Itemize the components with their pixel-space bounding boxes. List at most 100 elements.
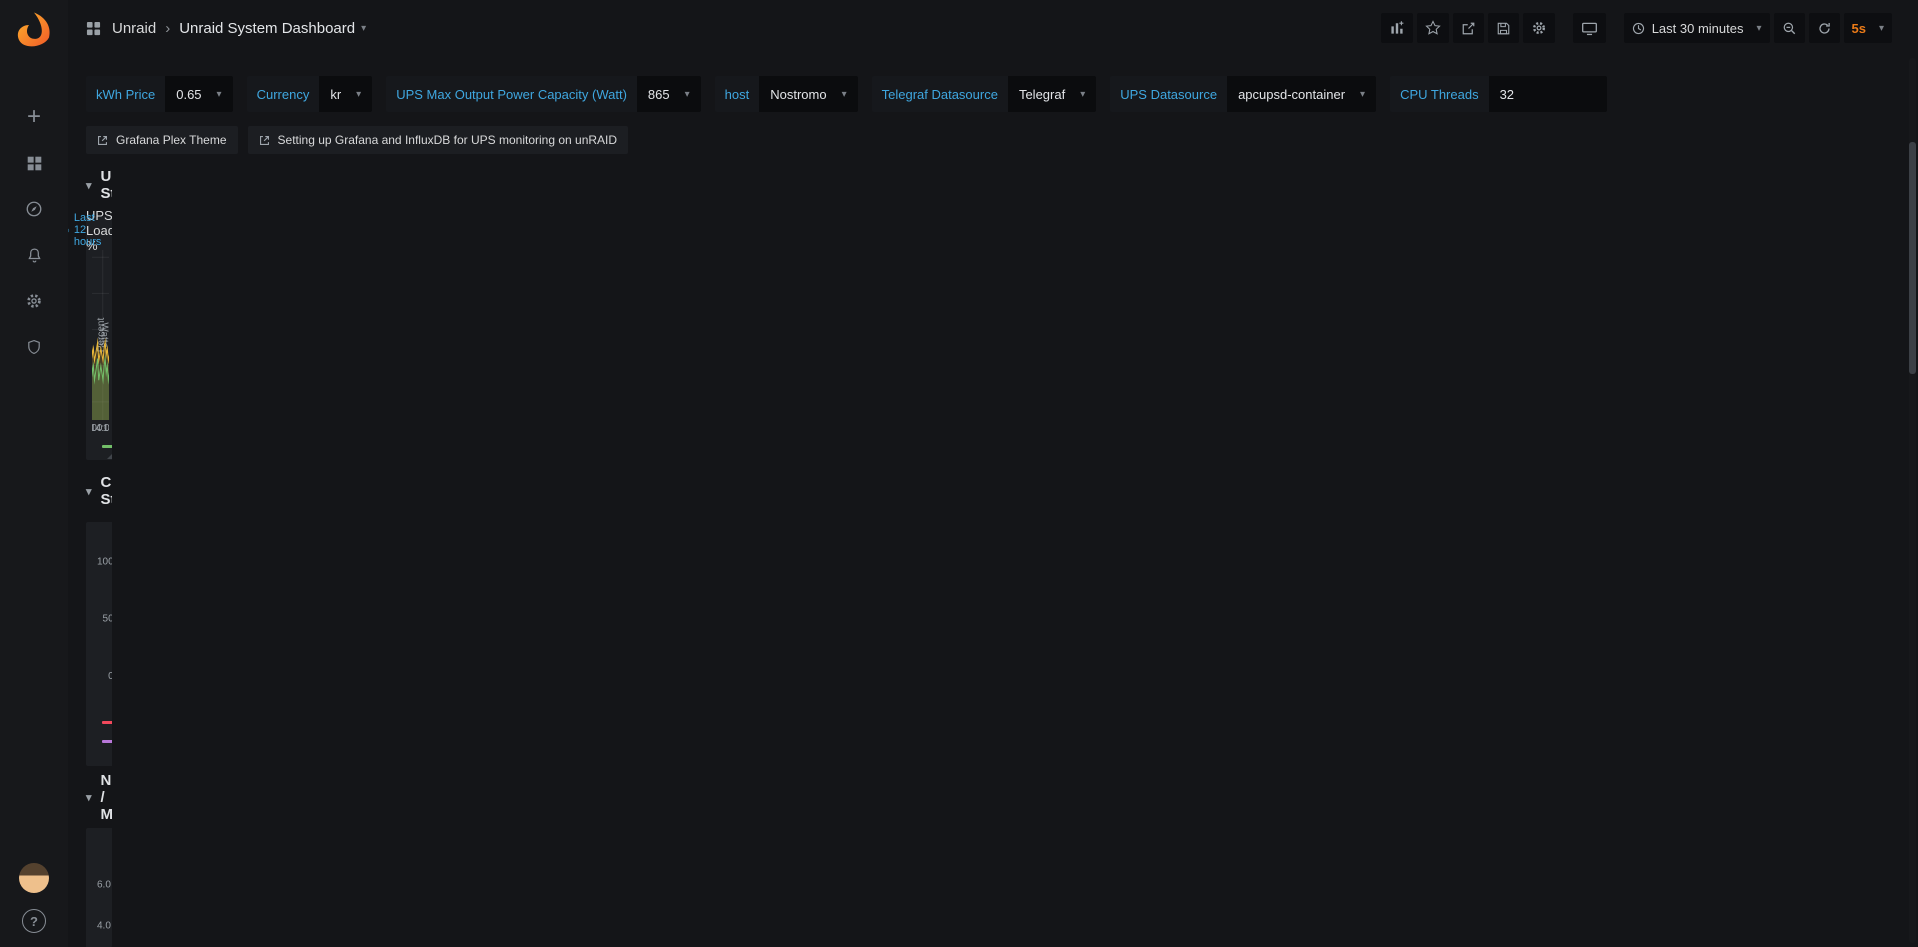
section-title: Network / Memory <box>101 772 112 823</box>
chevron-down-icon: ▾ <box>1360 89 1365 100</box>
external-link-icon <box>97 135 108 146</box>
legend-series[interactable]: Core 6 <box>102 713 112 731</box>
panel-network: Network Last 30 minutes <box>86 828 112 947</box>
section-title: CPU Stats <box>101 474 112 508</box>
shield-icon <box>26 339 42 355</box>
star-icon <box>1425 20 1441 36</box>
add-panel-button[interactable] <box>1381 13 1413 43</box>
save-dashboard-button[interactable] <box>1488 13 1519 43</box>
link-grafana-plex-theme[interactable]: Grafana Plex Theme <box>86 126 238 154</box>
chevron-down-icon: ▾ <box>217 89 222 100</box>
chevron-down-icon[interactable]: ▾ <box>361 23 366 34</box>
variable-value-dropdown[interactable]: kr▾ <box>319 76 372 112</box>
cpu-threads-input[interactable]: 32 <box>1489 76 1607 112</box>
dashboard-body: ▾ UPS Stats UPS Load % Last 12 hours <box>68 154 112 947</box>
panel-body <box>92 856 112 947</box>
breadcrumb-app[interactable]: Unraid <box>112 20 156 37</box>
variable-label: UPS Datasource <box>1110 76 1227 112</box>
variable-value-dropdown[interactable]: 0.65▾ <box>165 76 232 112</box>
variable-value-dropdown[interactable]: Telegraf▾ <box>1008 76 1096 112</box>
variable-kwh-price: kWh Price 0.65▾ <box>86 76 233 112</box>
page-scrollbar[interactable] <box>1909 58 1916 943</box>
chevron-down-icon: ▾ <box>842 89 847 100</box>
variable-label: Currency <box>247 76 320 112</box>
series-color-dash <box>102 740 112 743</box>
variable-host: host Nostromo▾ <box>715 76 858 112</box>
panel-cpu-1: CPU 1 Last 30 minutes avgcurrent ▾Core 6… <box>86 522 112 766</box>
sidebar-alerting-button[interactable] <box>10 232 58 278</box>
clock-icon <box>1632 22 1645 35</box>
apps-grid-icon <box>86 21 101 36</box>
star-dashboard-button[interactable] <box>1417 13 1449 43</box>
help-icon: ? <box>30 914 38 929</box>
clock-icon <box>68 225 70 236</box>
page-scrollbar-thumb[interactable] <box>1909 142 1916 374</box>
variable-ups-max-output: UPS Max Output Power Capacity (Watt) 865… <box>386 76 700 112</box>
sidebar-configuration-button[interactable] <box>10 278 58 324</box>
gear-icon <box>25 292 43 310</box>
chart-legend: UPS LoadMin:17%Max:32%Avg:20%WattsMin:14… <box>92 436 112 456</box>
chevron-down-icon: ▾ <box>1756 23 1761 34</box>
dashboard-links-row: Grafana Plex Theme Setting up Grafana an… <box>86 126 1892 154</box>
help-button[interactable]: ? <box>22 909 46 933</box>
dashboard-submenu: kWh Price 0.65▾ Currency kr▾ UPS Max Out… <box>68 56 1918 154</box>
gear-icon <box>1531 20 1547 36</box>
panel-header[interactable]: UPS Load % Last 12 hours <box>86 216 112 244</box>
zoom-out-button[interactable] <box>1774 13 1805 43</box>
link-label: Setting up Grafana and InfluxDB for UPS … <box>278 133 618 147</box>
dashboard-settings-button[interactable] <box>1523 13 1555 43</box>
time-range-label: Last 30 minutes <box>1652 21 1744 36</box>
chevron-right-icon: › <box>165 20 170 37</box>
legend-series[interactable]: Core 7 <box>102 732 112 750</box>
bell-icon <box>26 247 43 264</box>
variable-ups-datasource: UPS Datasource apcupsd-container▾ <box>1110 76 1376 112</box>
panel-header[interactable]: CPU 1 Last 30 minutes <box>86 522 112 550</box>
link-ups-monitoring-guide[interactable]: Setting up Grafana and InfluxDB for UPS … <box>248 126 629 154</box>
link-label: Grafana Plex Theme <box>116 133 227 147</box>
add-panel-icon <box>1389 20 1405 36</box>
sidebar-dashboards-button[interactable] <box>10 140 58 186</box>
variable-label: kWh Price <box>86 76 165 112</box>
time-range-picker[interactable]: Last 30 minutes ▾ <box>1624 13 1770 43</box>
variable-label: UPS Max Output Power Capacity (Watt) <box>386 76 637 112</box>
chevron-down-icon: ▾ <box>86 791 92 804</box>
main-area: Unraid › Unraid System Dashboard ▾ <box>68 0 1918 947</box>
variable-value-dropdown[interactable]: 865▾ <box>637 76 701 112</box>
user-avatar[interactable] <box>19 863 49 893</box>
grafana-flame-icon <box>14 10 54 50</box>
panel-body: avgcurrent ▾Core 621%39%Core 722%33% <box>92 550 112 762</box>
time-override: Last 12 hours <box>68 216 107 244</box>
series-color-dash <box>102 445 112 448</box>
refresh-interval-label: 5s <box>1852 21 1866 36</box>
section-title: UPS Stats <box>101 168 112 202</box>
panel-header[interactable]: Network Last 30 minutes <box>86 828 112 856</box>
grafana-logo[interactable] <box>14 10 54 50</box>
share-dashboard-button[interactable] <box>1453 13 1484 43</box>
cpu1-chart[interactable] <box>92 550 112 692</box>
refresh-interval-picker[interactable]: 5s ▾ <box>1844 13 1893 43</box>
refresh-button[interactable] <box>1809 13 1840 43</box>
chevron-down-icon: ▾ <box>86 485 92 498</box>
breadcrumb-dashboard-title[interactable]: Unraid System Dashboard <box>179 20 355 37</box>
monitor-icon <box>1581 20 1598 37</box>
sidebar-explore-button[interactable] <box>10 186 58 232</box>
chart-legend: avgcurrent ▾Core 621%39%Core 722%33% <box>92 692 112 762</box>
legend-series[interactable]: UPS LoadMin:17%Max:32%Avg:20% <box>102 434 112 458</box>
sidebar: + ? <box>0 0 68 947</box>
ups-load-chart[interactable] <box>92 244 109 436</box>
network-chart[interactable] <box>92 856 112 947</box>
variable-label: Telegraf Datasource <box>872 76 1008 112</box>
sidebar-create-button[interactable]: + <box>10 94 58 140</box>
chevron-down-icon: ▾ <box>356 89 361 100</box>
chevron-down-icon: ▾ <box>685 89 690 100</box>
share-icon <box>1461 21 1476 36</box>
variable-value-dropdown[interactable]: apcupsd-container▾ <box>1227 76 1376 112</box>
variable-currency: Currency kr▾ <box>247 76 373 112</box>
dashboards-icon <box>26 155 43 172</box>
variable-value-dropdown[interactable]: Nostromo▾ <box>759 76 857 112</box>
sidebar-admin-button[interactable] <box>10 324 58 370</box>
variable-label: CPU Threads <box>1390 76 1489 112</box>
compass-icon <box>25 200 43 218</box>
cycle-view-mode-button[interactable] <box>1573 13 1606 43</box>
panel-ups-load: UPS Load % Last 12 hours UPS LoadMin:17%… <box>86 216 112 460</box>
